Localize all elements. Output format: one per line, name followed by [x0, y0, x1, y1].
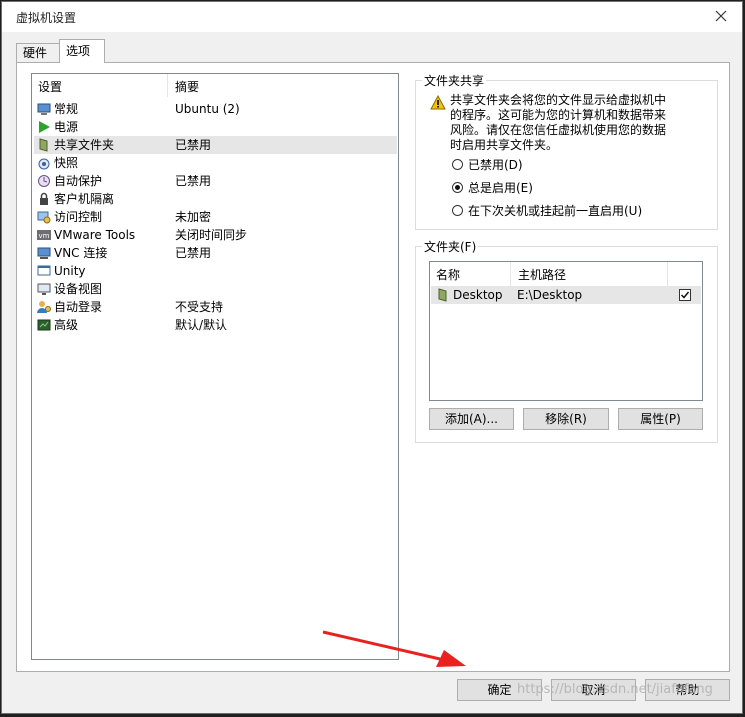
settings-item-device-view[interactable]: 设备视图 — [34, 280, 397, 298]
folders-list[interactable]: 名称 主机路径 Desktop E:\Desktop — [429, 261, 703, 401]
settings-item-name: VMware Tools — [54, 228, 136, 242]
settings-item-summary: 已禁用 — [175, 246, 212, 260]
settings-item-summary: Ubuntu (2) — [175, 102, 240, 116]
window-title: 虚拟机设置 — [16, 11, 77, 25]
folder-host-path: E:\Desktop — [517, 288, 583, 302]
autologin-icon — [37, 301, 51, 313]
settings-item-summary: 默认/默认 — [175, 318, 228, 332]
close-button[interactable] — [708, 5, 734, 27]
settings-item-shared-folders[interactable]: 共享文件夹 已禁用 — [34, 136, 397, 154]
radio-until-poweroff-label: 在下次关机或挂起前一直启用(U) — [468, 204, 643, 218]
settings-list-header: 设置 摘要 — [32, 74, 398, 97]
settings-item-power[interactable]: 电源 — [34, 118, 397, 136]
vnc-icon — [37, 247, 51, 259]
settings-item-name: 常规 — [54, 102, 79, 116]
shared-folder-icon — [438, 288, 447, 302]
settings-item-name: 设备视图 — [54, 282, 103, 296]
settings-item-name: 电源 — [54, 120, 79, 134]
autoprotect-icon — [38, 175, 50, 187]
settings-item-summary: 不受支持 — [175, 300, 224, 314]
remove-folder-button[interactable]: 移除(R) — [523, 408, 609, 430]
settings-item-name: 访问控制 — [54, 210, 103, 224]
radio-disabled-circle[interactable] — [452, 159, 463, 170]
unity-icon — [37, 265, 51, 276]
tab-options[interactable]: 选项 — [59, 39, 105, 63]
column-header-host-path[interactable]: 主机路径 — [512, 262, 668, 286]
warning-line: 的程序。这可能为您的计算机和数据带来 — [450, 108, 667, 122]
settings-item-summary: 已禁用 — [175, 174, 212, 188]
column-header-name[interactable]: 名称 — [430, 262, 511, 286]
shared-folder-icon — [39, 138, 48, 152]
snapshot-icon — [38, 158, 50, 170]
settings-item-name: 客户机隔离 — [54, 192, 115, 206]
settings-item-summary: 未加密 — [175, 210, 212, 224]
settings-item-name: 高级 — [54, 318, 79, 332]
settings-item-access-control[interactable]: 访问控制 未加密 — [34, 208, 397, 226]
settings-item-autologin[interactable]: 自动登录 不受支持 — [34, 298, 397, 316]
folder-name: Desktop — [453, 288, 503, 302]
settings-item-name: 快照 — [54, 156, 79, 170]
svg-text:vm: vm — [39, 232, 50, 240]
settings-item-summary: 已禁用 — [175, 138, 212, 152]
folder-sharing-group: 文件夹共享 共享文件夹会将您的文件显示给虚拟机中 的程序。这可能为您的计算机和数… — [415, 72, 718, 230]
warning-icon — [430, 95, 446, 110]
folder-row[interactable]: Desktop E:\Desktop — [431, 286, 701, 304]
checkmark-icon — [680, 291, 690, 299]
settings-item-summary: 关闭时间同步 — [175, 228, 248, 242]
settings-item-name: 共享文件夹 — [54, 138, 115, 152]
vm-settings-dialog: 虚拟机设置 硬件 选项 设置 摘要 常规 Ubuntu (2) 电源 共享文件夹… — [1, 1, 743, 714]
radio-until-poweroff-circle[interactable] — [452, 205, 463, 216]
settings-item-snapshots[interactable]: 快照 — [34, 154, 397, 172]
column-header-setting[interactable]: 设置 — [32, 74, 168, 97]
settings-item-name: VNC 连接 — [54, 246, 108, 260]
options-panel: 设置 摘要 常规 Ubuntu (2) 电源 共享文件夹 已禁用 快照 自动保护… — [16, 62, 730, 672]
radio-always-enabled-circle[interactable] — [452, 182, 463, 193]
settings-list[interactable]: 设置 摘要 常规 Ubuntu (2) 电源 共享文件夹 已禁用 快照 自动保护… — [31, 73, 399, 660]
folder-sharing-title: 文件夹共享 — [422, 72, 487, 89]
folder-properties-button[interactable]: 属性(P) — [618, 408, 703, 430]
settings-item-name: 自动保护 — [54, 174, 103, 188]
access-control-icon — [37, 211, 51, 224]
settings-item-vnc[interactable]: VNC 连接 已禁用 — [34, 244, 397, 262]
radio-always-enabled-label: 总是启用(E) — [468, 181, 533, 195]
watermark-text: https://blog.csdn.net/jiafafang — [517, 682, 713, 697]
folder-enabled-checkbox[interactable] — [679, 289, 691, 301]
settings-item-guest-isolation[interactable]: 客户机隔离 — [34, 190, 397, 208]
settings-item-unity[interactable]: Unity — [34, 262, 397, 280]
add-folder-button[interactable]: 添加(A)... — [429, 408, 514, 430]
radio-disabled-label: 已禁用(D) — [468, 158, 523, 172]
settings-item-name: Unity — [54, 264, 86, 278]
power-icon — [39, 121, 50, 133]
folders-title: 文件夹(F) — [422, 238, 479, 255]
settings-item-vmware-tools[interactable]: vm VMware Tools 关闭时间同步 — [34, 226, 397, 244]
warning-line: 共享文件夹会将您的文件显示给虚拟机中 — [450, 93, 667, 107]
column-header-summary[interactable]: 摘要 — [169, 74, 400, 97]
title-bar: 虚拟机设置 — [2, 2, 742, 32]
tab-hardware[interactable]: 硬件 — [16, 43, 60, 62]
settings-item-advanced[interactable]: 高级 默认/默认 — [34, 316, 397, 334]
sharing-warning-text: 共享文件夹会将您的文件显示给虚拟机中 的程序。这可能为您的计算机和数据带来 风险… — [450, 93, 680, 153]
warning-line: 风险。请仅在您信任虚拟机使用您的数据 — [450, 123, 667, 137]
vmware-tools-icon: vm — [37, 230, 51, 240]
device-view-icon — [37, 283, 51, 295]
general-icon — [37, 103, 51, 115]
settings-item-general[interactable]: 常规 Ubuntu (2) — [34, 100, 397, 118]
folders-group: 文件夹(F) 名称 主机路径 Desktop E:\Desktop 添加(A).… — [415, 238, 718, 443]
isolation-icon — [40, 192, 48, 205]
warning-line: 时启用共享文件夹。 — [450, 138, 559, 152]
settings-item-name: 自动登录 — [54, 300, 103, 314]
close-icon — [715, 10, 727, 22]
advanced-icon — [37, 319, 51, 331]
settings-item-autoprotect[interactable]: 自动保护 已禁用 — [34, 172, 397, 190]
